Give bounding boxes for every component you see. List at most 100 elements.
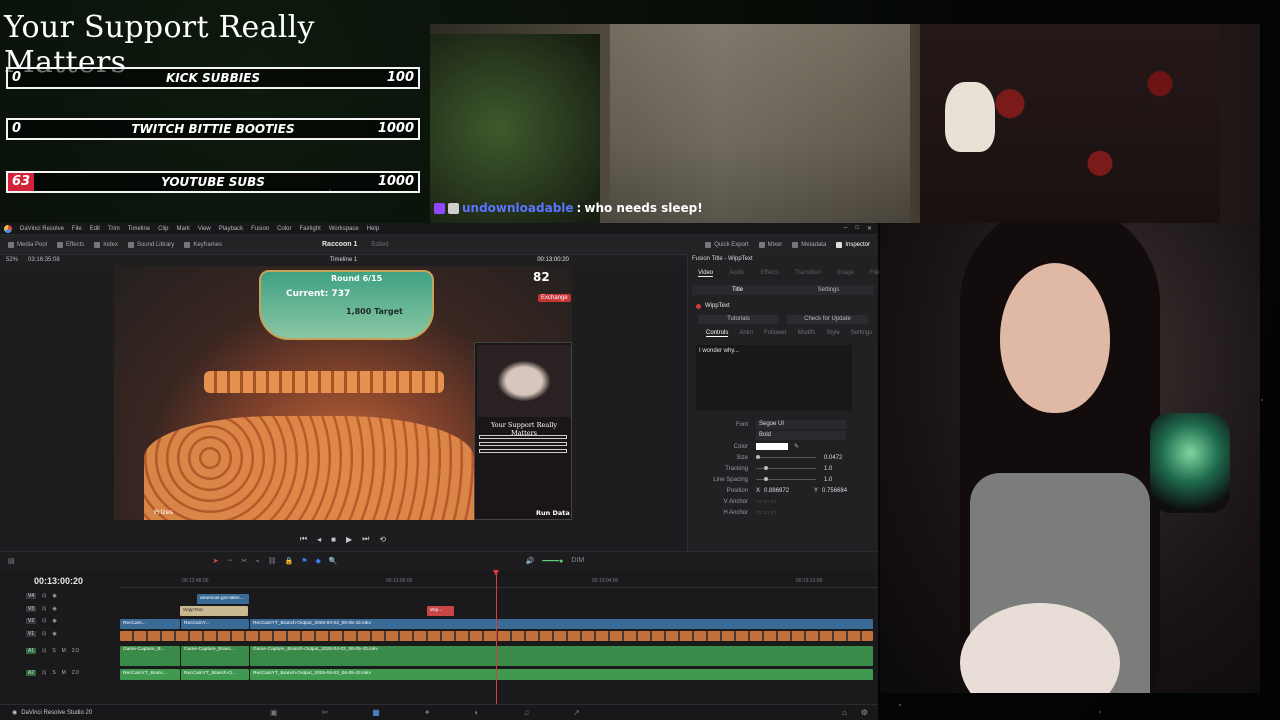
sound-library-button[interactable]: Sound Library xyxy=(127,241,174,248)
mute-icon[interactable]: M xyxy=(62,648,66,654)
v-anchor-buttons[interactable]: ▭ ▭ ▭ xyxy=(756,498,776,505)
menu-playback[interactable]: Playback xyxy=(219,226,243,232)
layout-icon[interactable]: ▤ xyxy=(8,557,15,565)
clip-a2-2[interactable]: RecCamYT_Branch-O... xyxy=(181,669,249,680)
deliver-page-icon[interactable]: ➚ xyxy=(573,708,580,717)
playhead[interactable] xyxy=(493,570,499,704)
menu-mark[interactable]: Mark xyxy=(177,226,190,232)
position-x-value[interactable]: 0.886972 xyxy=(764,488,814,494)
tab-follower[interactable]: Follower xyxy=(764,330,787,337)
snap-icon[interactable]: ⌁ xyxy=(255,557,259,565)
tracking-value[interactable]: 1.0 xyxy=(824,466,854,472)
menu-workspace[interactable]: Workspace xyxy=(329,226,359,232)
media-page-icon[interactable]: ▣ xyxy=(270,708,278,717)
stop-icon[interactable]: ■ xyxy=(331,535,336,544)
tab-control-settings[interactable]: Settings xyxy=(851,330,873,337)
lock-track-icon[interactable]: ⊡ xyxy=(42,606,46,612)
tab-file[interactable]: File xyxy=(870,270,880,277)
volume-icon[interactable]: 🔊 xyxy=(526,557,535,565)
blade-tool-icon[interactable]: ✂ xyxy=(242,557,248,565)
media-pool-button[interactable]: Media Pool xyxy=(8,241,47,248)
track-header-a1[interactable]: A1 ⊡ S M 2.0 xyxy=(0,640,118,662)
tab-controls[interactable]: Controls xyxy=(706,330,729,337)
tab-anim[interactable]: Anim xyxy=(739,330,753,337)
index-button[interactable]: Index xyxy=(94,241,118,248)
size-slider[interactable] xyxy=(756,455,816,459)
track-header-v1[interactable]: V1 ⊡ ◉ xyxy=(0,628,118,641)
tab-style[interactable]: Style xyxy=(826,330,839,337)
line-spacing-slider[interactable] xyxy=(756,477,816,481)
step-back-icon[interactable]: ◂ xyxy=(317,535,321,544)
go-to-start-icon[interactable]: ⏮ xyxy=(300,534,307,544)
play-icon[interactable]: ▶ xyxy=(346,535,352,544)
style-select[interactable]: Bold xyxy=(756,431,846,440)
selection-tool-icon[interactable]: ➤ xyxy=(213,557,219,565)
tab-title[interactable]: Title xyxy=(692,285,783,295)
lock-track-icon[interactable]: ⊡ xyxy=(42,618,46,624)
zoom-icon[interactable]: 🔍 xyxy=(329,557,338,565)
quick-export-button[interactable]: Quick Export xyxy=(705,241,749,248)
marker-icon[interactable]: ◆ xyxy=(315,557,320,565)
clip-v2-3[interactable]: RecCamYT_Branch-Output_2026-04-02_06-05-… xyxy=(250,619,873,629)
timeline-panel[interactable]: 00:13:00:20 00:12:48:00 00:12:56:00 00:1… xyxy=(0,570,878,704)
timeline-name[interactable]: Timeline 1 xyxy=(330,257,357,263)
menu-color[interactable]: Color xyxy=(277,226,291,232)
eye-track-icon[interactable]: ◉ xyxy=(52,618,56,624)
clip-v2-1[interactable]: RecCam... xyxy=(120,619,180,629)
clip-a2-3[interactable]: RecCamYT_Branch-Output_2026-04-02_06-05-… xyxy=(250,669,873,680)
clip-v2-2[interactable]: RecCamY... xyxy=(181,619,249,629)
line-spacing-value[interactable]: 1.0 xyxy=(824,477,854,483)
tab-video[interactable]: Video xyxy=(698,270,714,277)
go-to-end-icon[interactable]: ⏭ xyxy=(362,534,369,544)
lock-track-icon[interactable]: ⊡ xyxy=(42,593,46,599)
mute-icon[interactable]: M xyxy=(62,670,66,676)
menu-edit[interactable]: Edit xyxy=(90,226,100,232)
tab-modifs[interactable]: Modifs xyxy=(798,330,816,337)
trim-tool-icon[interactable]: ⇔ xyxy=(227,557,234,564)
loop-icon[interactable]: ⟲ xyxy=(379,535,386,544)
volume-slider[interactable]: ━━━━● xyxy=(542,557,563,565)
position-y-value[interactable]: 0.756684 xyxy=(822,488,847,494)
cut-page-icon[interactable]: ✂ xyxy=(322,708,329,717)
keyframes-button[interactable]: Keyframes xyxy=(184,241,222,248)
font-select[interactable]: Segoe UI xyxy=(756,420,846,429)
link-icon[interactable]: ⛓ xyxy=(268,557,277,565)
fusion-page-icon[interactable]: ✦ xyxy=(424,708,431,717)
h-anchor-buttons[interactable]: ▭ ▭ ▭ xyxy=(756,509,776,516)
clip-a1-1[interactable]: Game-Capture_B... xyxy=(120,646,180,666)
home-icon[interactable]: ⌂ xyxy=(842,708,847,717)
tracking-slider[interactable] xyxy=(756,466,816,470)
tutorials-button[interactable]: Tutorials xyxy=(698,315,779,324)
track-header-v3[interactable]: V3 ⊡ ◉ xyxy=(0,603,118,616)
tab-audio[interactable]: Audio xyxy=(729,270,744,277)
menu-fusion[interactable]: Fusion xyxy=(251,226,269,232)
eye-track-icon[interactable]: ◉ xyxy=(52,606,56,612)
track-header-v4[interactable]: V4 ⊡ ◉ xyxy=(0,590,118,603)
color-swatch[interactable] xyxy=(756,443,788,450)
clip-v4[interactable]: americas-got-talen... xyxy=(197,594,249,604)
flag-icon[interactable]: ⚑ xyxy=(301,557,307,565)
tab-effects[interactable]: Effects xyxy=(761,270,779,277)
clip-a1-3[interactable]: Game-Capture_Branch-Output_2026-04-02_06… xyxy=(250,646,873,666)
menu-trim[interactable]: Trim xyxy=(108,226,120,232)
metadata-button[interactable]: Metadata xyxy=(792,241,826,248)
mixer-button[interactable]: Mixer xyxy=(758,241,782,248)
program-viewer[interactable]: Round 6/15 Current: 737 1,800 Target 82 … xyxy=(114,266,572,520)
solo-icon[interactable]: S xyxy=(52,670,55,676)
track-header-v2[interactable]: V2 ⊡ ◉ xyxy=(0,615,118,628)
slider-knob[interactable] xyxy=(764,466,768,470)
lock-track-icon[interactable]: ⊡ xyxy=(42,648,46,654)
menu-fairlight[interactable]: Fairlight xyxy=(299,226,320,232)
tab-image[interactable]: Image xyxy=(837,270,854,277)
fairlight-page-icon[interactable]: ♫ xyxy=(523,708,529,717)
lock-track-icon[interactable]: ⊡ xyxy=(42,670,46,676)
zoom-level[interactable]: 52% xyxy=(6,257,18,263)
eyedropper-icon[interactable]: ✎ xyxy=(794,443,799,450)
minimize-icon[interactable]: – xyxy=(844,225,847,232)
track-header-a2[interactable]: A2 ⊡ S M 2.0 xyxy=(0,662,118,684)
slider-knob[interactable] xyxy=(756,455,760,459)
tab-settings[interactable]: Settings xyxy=(783,285,874,295)
close-icon[interactable]: ✕ xyxy=(867,225,872,232)
menu-timeline[interactable]: Timeline xyxy=(128,226,150,232)
maximize-icon[interactable]: □ xyxy=(855,225,859,232)
